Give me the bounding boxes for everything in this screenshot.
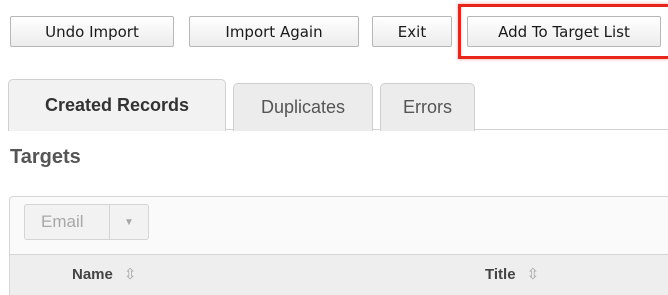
page-title: Targets: [10, 146, 81, 168]
sort-icon[interactable]: ⇳: [124, 265, 137, 283]
tab-duplicates[interactable]: Duplicates: [233, 83, 373, 131]
highlight-box: [458, 4, 668, 59]
email-action-button[interactable]: Email ▼: [24, 204, 149, 240]
email-label: Email: [41, 212, 84, 231]
tab-errors[interactable]: Errors: [380, 83, 475, 131]
column-header-title[interactable]: Title ⇳: [485, 265, 540, 284]
exit-button[interactable]: Exit: [372, 16, 452, 47]
tab-created-records[interactable]: Created Records: [8, 79, 226, 131]
undo-import-button[interactable]: Undo Import: [10, 16, 174, 47]
column-label-name: Name: [72, 265, 113, 283]
caret-down-icon[interactable]: ▼: [110, 217, 148, 228]
import-again-button[interactable]: Import Again: [189, 16, 359, 47]
sort-icon[interactable]: ⇳: [527, 265, 540, 283]
column-header-name[interactable]: Name ⇳: [72, 265, 137, 284]
column-label-title: Title: [485, 265, 516, 283]
